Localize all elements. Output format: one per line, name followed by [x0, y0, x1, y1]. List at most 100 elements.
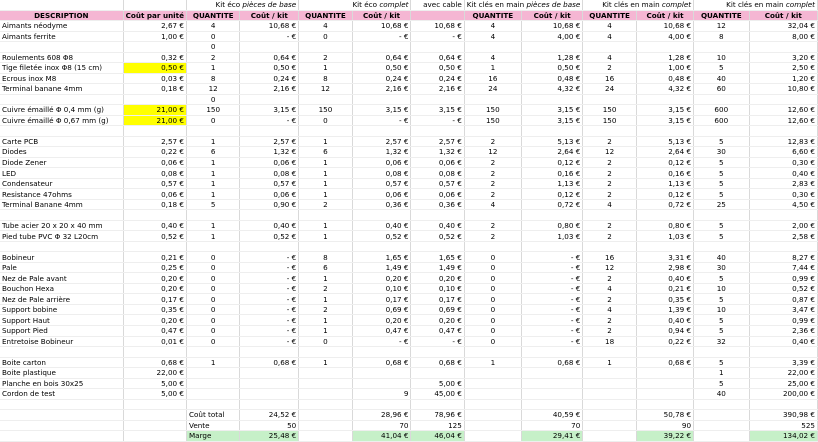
table-cell[interactable]: 0 — [186, 336, 241, 347]
table-cell[interactable]: 24 — [464, 83, 522, 95]
table-cell[interactable] — [186, 367, 241, 379]
table-cell[interactable]: 10,68 € — [410, 20, 465, 32]
table-cell[interactable]: 2,57 € — [123, 136, 187, 148]
table-cell[interactable]: 2 — [582, 220, 637, 232]
table-cell[interactable]: 2,57 € — [239, 136, 300, 148]
table-cell[interactable]: 3,15 € — [521, 115, 584, 127]
table-cell[interactable] — [0, 430, 124, 442]
table-cell[interactable]: 2,36 € — [749, 325, 818, 337]
table-cell[interactable]: 1 — [186, 136, 241, 148]
table-cell[interactable]: 12 — [693, 20, 750, 32]
table-cell[interactable]: 0,52 € — [352, 230, 412, 242]
table-cell[interactable]: 0,57 € — [352, 178, 412, 190]
table-cell[interactable]: 0,40 € — [410, 220, 465, 232]
table-cell[interactable] — [464, 209, 522, 221]
row-description-cell[interactable]: Condensateur — [0, 178, 124, 190]
table-cell[interactable]: 12 — [582, 146, 637, 158]
table-cell[interactable]: 0 — [186, 293, 241, 305]
table-cell[interactable]: 1 — [298, 293, 353, 305]
table-cell[interactable]: 0,99 € — [749, 314, 818, 326]
table-cell[interactable]: 0,16 € — [636, 167, 695, 179]
table-cell[interactable]: 0,17 € — [123, 293, 187, 305]
table-cell[interactable]: 12 — [186, 83, 241, 95]
table-cell[interactable] — [123, 125, 187, 137]
table-cell[interactable]: 0,30 € — [749, 157, 818, 169]
table-cell[interactable]: 4,50 € — [749, 199, 818, 211]
table-cell[interactable] — [521, 241, 584, 253]
table-cell[interactable]: 0,50 € — [239, 62, 300, 74]
table-cell[interactable]: 0,08 € — [352, 167, 412, 179]
table-cell[interactable]: 2 — [582, 62, 637, 74]
table-cell[interactable] — [239, 209, 300, 221]
table-cell[interactable] — [582, 346, 637, 358]
table-cell[interactable]: 0,64 € — [239, 52, 300, 64]
table-cell[interactable]: 3,39 € — [749, 357, 818, 369]
table-cell[interactable]: 0 — [298, 115, 353, 127]
table-cell[interactable]: - € — [521, 304, 584, 316]
table-cell[interactable]: 30 — [693, 146, 750, 158]
group-header-kit-eco-complet[interactable]: Kit éco complet — [298, 0, 412, 11]
table-cell[interactable]: 1 — [298, 230, 353, 242]
table-cell[interactable]: 1,32 € — [410, 146, 465, 158]
column-header[interactable]: Coût / kit — [749, 10, 818, 22]
table-cell[interactable]: 0,16 € — [521, 167, 584, 179]
table-cell[interactable]: 1 — [298, 188, 353, 200]
table-cell[interactable] — [352, 41, 412, 53]
table-cell[interactable]: 1 — [464, 62, 522, 74]
table-cell[interactable]: 0,48 € — [521, 73, 584, 85]
table-cell[interactable]: 0,36 € — [352, 199, 412, 211]
table-cell[interactable]: 2 — [464, 230, 522, 242]
table-cell[interactable]: 0,68 € — [410, 357, 465, 369]
row-description-cell[interactable]: LED — [0, 167, 124, 179]
table-cell[interactable]: 2 — [582, 188, 637, 200]
table-cell[interactable] — [186, 209, 241, 221]
table-cell[interactable]: 1 — [464, 357, 522, 369]
table-cell[interactable] — [123, 41, 187, 53]
table-cell[interactable]: 0,40 € — [636, 272, 695, 284]
table-cell[interactable]: 5 — [693, 314, 750, 326]
table-cell[interactable]: 3,15 € — [521, 104, 584, 116]
row-description-cell[interactable]: Aimants ferrite — [0, 31, 124, 43]
table-cell[interactable]: 6 — [298, 262, 353, 274]
table-cell[interactable]: 5,00 € — [123, 378, 187, 390]
table-cell[interactable]: 0 — [464, 262, 522, 274]
table-cell[interactable]: 0,99 € — [749, 272, 818, 284]
table-cell[interactable]: 12 — [298, 83, 353, 95]
table-cell[interactable]: 2,16 € — [239, 83, 300, 95]
table-cell[interactable] — [582, 430, 637, 442]
table-cell[interactable]: 22,00 € — [749, 367, 818, 379]
table-cell[interactable]: 1,20 € — [749, 73, 818, 85]
table-cell[interactable] — [464, 378, 522, 390]
table-cell[interactable]: 0,18 € — [123, 199, 187, 211]
table-cell[interactable] — [521, 388, 584, 400]
table-cell[interactable] — [0, 420, 124, 432]
table-cell[interactable]: 0 — [298, 31, 353, 43]
table-cell[interactable]: 2 — [582, 293, 637, 305]
table-cell[interactable] — [693, 125, 750, 137]
table-cell[interactable]: 9 — [352, 388, 412, 400]
table-cell[interactable] — [239, 399, 300, 411]
table-cell[interactable]: 8,27 € — [749, 251, 818, 263]
table-cell[interactable]: - € — [239, 304, 300, 316]
table-cell[interactable]: 0,40 € — [239, 220, 300, 232]
table-cell[interactable]: 2 — [298, 52, 353, 64]
row-description-cell[interactable]: Nez de Pale avant — [0, 272, 124, 284]
table-cell[interactable]: 0 — [186, 262, 241, 274]
table-cell[interactable]: 0,68 € — [239, 357, 300, 369]
table-cell[interactable]: 0,40 € — [749, 336, 818, 347]
table-cell[interactable]: 0,57 € — [123, 178, 187, 190]
table-cell[interactable] — [239, 125, 300, 137]
table-cell[interactable] — [582, 209, 637, 221]
table-cell[interactable] — [464, 94, 522, 106]
cell[interactable] — [123, 0, 187, 11]
table-cell[interactable]: 0,12 € — [521, 157, 584, 169]
row-description-cell[interactable]: Support Pied — [0, 325, 124, 337]
table-cell[interactable]: 5 — [693, 378, 750, 390]
table-cell[interactable]: 0,06 € — [123, 188, 187, 200]
table-cell[interactable]: 3,31 € — [636, 251, 695, 263]
table-cell[interactable]: 10,80 € — [749, 83, 818, 95]
table-cell[interactable]: 2,57 € — [410, 136, 465, 148]
table-cell[interactable]: 40 — [693, 73, 750, 85]
table-cell[interactable] — [693, 241, 750, 253]
row-description-cell[interactable] — [0, 125, 124, 137]
